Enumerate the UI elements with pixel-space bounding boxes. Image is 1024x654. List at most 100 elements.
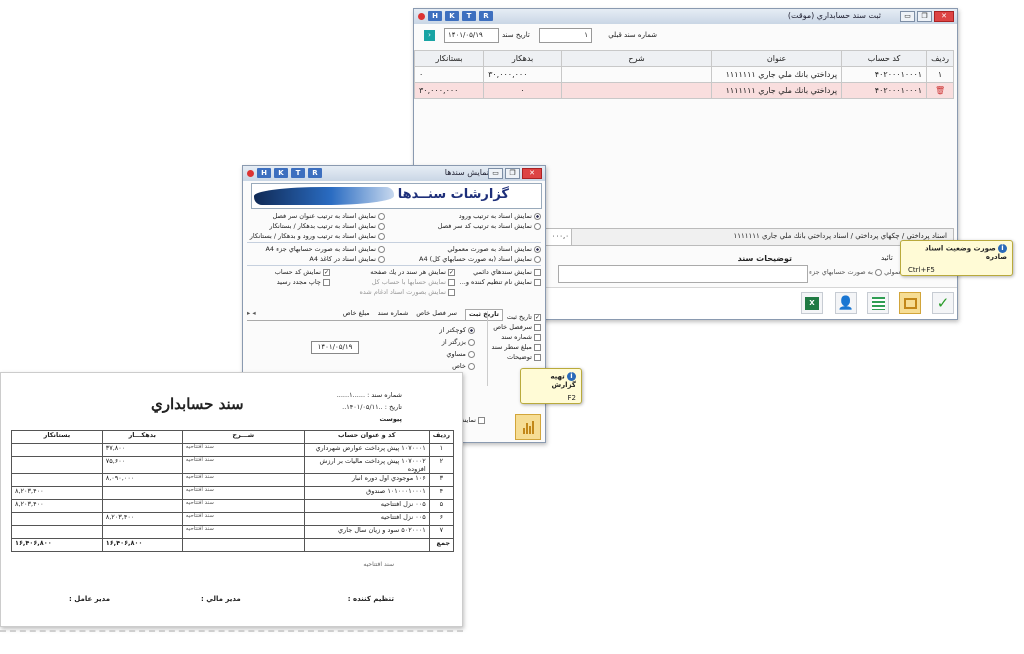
user-button[interactable]: 👤 xyxy=(835,292,857,314)
key-t-button[interactable]: T xyxy=(462,11,476,21)
check-option-1[interactable]: ✓ نمايش هر سند در يك صفحه xyxy=(370,268,455,276)
check-option-0[interactable]: نمايش سندهاي دائمي xyxy=(473,268,541,276)
printed-document: سند حسابداري شماره سند : ......۱...... ت… xyxy=(0,372,463,627)
close-icon[interactable]: ✕ xyxy=(934,11,954,22)
banner-title: گزارشات سنــدها xyxy=(397,187,509,202)
compare-less[interactable]: کوچکتر از xyxy=(439,326,475,334)
key-r-button[interactable]: R xyxy=(308,168,322,178)
cell: سند افتتاحيه xyxy=(181,443,305,457)
tab-register-date[interactable]: تاريخ ثبت xyxy=(465,309,503,320)
nav-arrow-icon[interactable]: › xyxy=(424,30,435,41)
cell xyxy=(561,82,713,99)
window-title: ثبت سند حسابداري (موقت) xyxy=(787,11,881,20)
page-break-line xyxy=(0,630,463,632)
filter-0[interactable]: ✓ تاريخ ثبت xyxy=(507,313,541,321)
add-row-button[interactable] xyxy=(867,292,889,314)
key-k-button[interactable]: K xyxy=(274,168,288,178)
status-report-button[interactable] xyxy=(899,292,921,314)
excel-button[interactable]: X xyxy=(801,292,823,314)
key-r-button[interactable]: R xyxy=(479,11,493,21)
col-account: کد و عنوان حساب xyxy=(303,430,430,444)
restore-icon[interactable]: ❐ xyxy=(917,11,932,22)
key-h-button[interactable]: H xyxy=(257,168,271,178)
compare-greater[interactable]: بزرگتر از xyxy=(442,338,475,346)
confirm-check-button[interactable]: ✓ xyxy=(932,292,954,314)
check-option-3[interactable]: نمايش نام تنظيم کننده و... xyxy=(460,278,541,286)
subaccount-radio[interactable] xyxy=(875,268,883,276)
tab-special-heading[interactable]: سر فصل خاص xyxy=(416,309,457,320)
cell: ۴۰۲۰۰۰۱۰۰۰۱ xyxy=(841,82,928,99)
close-icon[interactable]: ✕ xyxy=(522,168,542,179)
compare-equal[interactable]: مساوي xyxy=(446,350,475,358)
filter-4[interactable]: توضيحات xyxy=(507,353,541,361)
total-debit: ۱۶,۴۰۶,۸۰۰ xyxy=(101,538,183,552)
tooltip-title: صورت وضعيت اسناد صادره xyxy=(924,244,1007,262)
table-row[interactable]: ۱ ۴۰۲۰۰۰۱۰۰۰۱ پرداختي بانك ملي جاري ۱۱۱۱… xyxy=(413,66,954,83)
sign-preparer: تنظيم کننده : xyxy=(347,595,394,603)
sort-option-3[interactable]: نمايش اسناد به ترتيب بدهکار / بستانکار xyxy=(269,222,385,230)
excel-icon: X xyxy=(805,296,819,310)
col-credit: بستانکار xyxy=(11,430,103,444)
key-k-button[interactable]: K xyxy=(445,11,459,21)
layout-option-0[interactable]: نمايش اسناد به صورت معمولي xyxy=(447,245,541,253)
cell: ۴۰۲۰۰۰۱۰۰۰۱ xyxy=(841,66,928,83)
report-tooltip: i تهيه گزارش F2 xyxy=(520,368,582,404)
cell: ۶ xyxy=(428,512,455,526)
hktr-bar: H K T R xyxy=(247,168,322,178)
cell: ۷۵,۶۰۰ xyxy=(101,456,183,474)
voucher-grid: رديف کد حساب عنوان شرح بدهکار بستانکار ۱… xyxy=(413,50,954,99)
cell: ۷ xyxy=(428,525,455,539)
compare-special[interactable]: خاص xyxy=(452,362,475,370)
table-row[interactable]: 🗑 ۴۰۲۰۰۰۱۰۰۰۱ پرداختي بانك ملي جاري ۱۱۱۱… xyxy=(413,82,954,99)
sort-option-1[interactable]: نمايش اسناد به ترتيب کد سر فصل xyxy=(438,222,541,230)
layout-option-1[interactable]: نمايش اسناد (به صورت حسابهاي کل) A4 xyxy=(419,255,541,263)
prepare-report-button[interactable] xyxy=(515,414,541,440)
key-h-button[interactable]: H xyxy=(428,11,442,21)
tab-scroll-arrows[interactable]: ◂ ▸ xyxy=(247,309,256,320)
col-credit: بستانکار xyxy=(413,50,485,67)
left-value-field[interactable]: ۰۰۰,۰ xyxy=(542,228,572,246)
prev-doc-input[interactable]: ۱ xyxy=(539,28,592,43)
cell: ۱۰۶ موجودي اول دوره انبار xyxy=(303,473,430,487)
layout-option-2[interactable]: نمايش اسناد به صورت حسابهاي جزء A4 xyxy=(265,245,385,253)
user-icon: 👤 xyxy=(837,295,855,311)
cell: ۸,۲۰۳,۴۰۰ xyxy=(11,486,103,500)
delete-row-icon[interactable]: 🗑 xyxy=(926,82,954,99)
report-table-icon xyxy=(903,297,917,309)
check-option-5[interactable]: چاپ مجدد رسيد xyxy=(277,278,330,286)
filter-2[interactable]: شماره سند xyxy=(501,333,541,341)
filter-tabs: تاريخ ثبت سر فصل خاص شماره سند مبلغ خاص … xyxy=(247,309,503,321)
check-option-2[interactable]: ✓ نمايش کد حساب xyxy=(275,268,330,276)
window-title: نمايش سندها xyxy=(444,168,489,177)
table-row: ۱ ۱۰۷۰۰۰۱ پيش پرداخت عوارض شهرداري سند افت… xyxy=(11,443,455,457)
date-input[interactable]: ۱۴۰۱/۰۵/۱۹ xyxy=(444,28,499,43)
doc-footnote: سند افتتاحيه xyxy=(363,561,394,568)
restore-icon[interactable]: ❐ xyxy=(505,168,520,179)
table-row: ۳ ۱۰۶ موجودي اول دوره انبار سند افتتاحيه ۸,… xyxy=(11,473,455,487)
sort-option-4[interactable]: نمايش اسناد به ترتيب ورود و بدهکار / بست… xyxy=(250,232,385,240)
tab-doc-number[interactable]: شماره سند xyxy=(378,309,409,320)
filter-1[interactable]: سرفصل خاص xyxy=(493,323,541,331)
layout-option-3[interactable]: نمايش اسناد در کاغذ A4 xyxy=(309,255,385,263)
sort-option-2[interactable]: نمايش اسناد به ترتيب عنوان سر فصل xyxy=(272,212,385,220)
voucher-titlebar: H K T R ثبت سند حسابداري (موقت) ▭ ❐ ✕ xyxy=(414,9,957,24)
check-option-6[interactable]: نمايش بصورت اسناد ادغام شده xyxy=(359,288,455,296)
sign-finance: مدير مالي : xyxy=(201,595,241,603)
minimize-icon[interactable]: ▭ xyxy=(900,11,915,22)
doc-date-row: تاريخ : ..۱۴۰۱/۰۵/۱۱.. xyxy=(342,403,402,411)
sort-option-0[interactable]: نمايش اسناد به ترتيب ورود xyxy=(459,212,541,220)
doc-table: رديف کد و عنوان حساب شـــرح بدهکـــار بس… xyxy=(11,430,455,552)
minimize-icon[interactable]: ▭ xyxy=(488,168,503,179)
cell: ۱۰۷۰۰۰۱ پيش پرداخت عوارض شهرداري xyxy=(303,443,430,457)
cell: ۰ xyxy=(483,82,563,99)
filter-3[interactable]: مبلغ سطر سند xyxy=(492,343,541,351)
filter-date-input[interactable]: ۱۴۰۱/۰۵/۱۹ xyxy=(311,341,359,354)
date-label: تاريخ سند xyxy=(502,31,530,39)
cell: ۴ xyxy=(428,486,455,500)
tab-special-amount[interactable]: مبلغ خاص xyxy=(343,309,370,320)
notes-input[interactable] xyxy=(558,265,808,283)
cell: ۳۷,۸۰۰ xyxy=(101,443,183,457)
cell: ۲ xyxy=(428,456,455,474)
key-t-button[interactable]: T xyxy=(291,168,305,178)
check-option-4[interactable]: نمايش حسابها با حساب کل xyxy=(372,278,455,286)
